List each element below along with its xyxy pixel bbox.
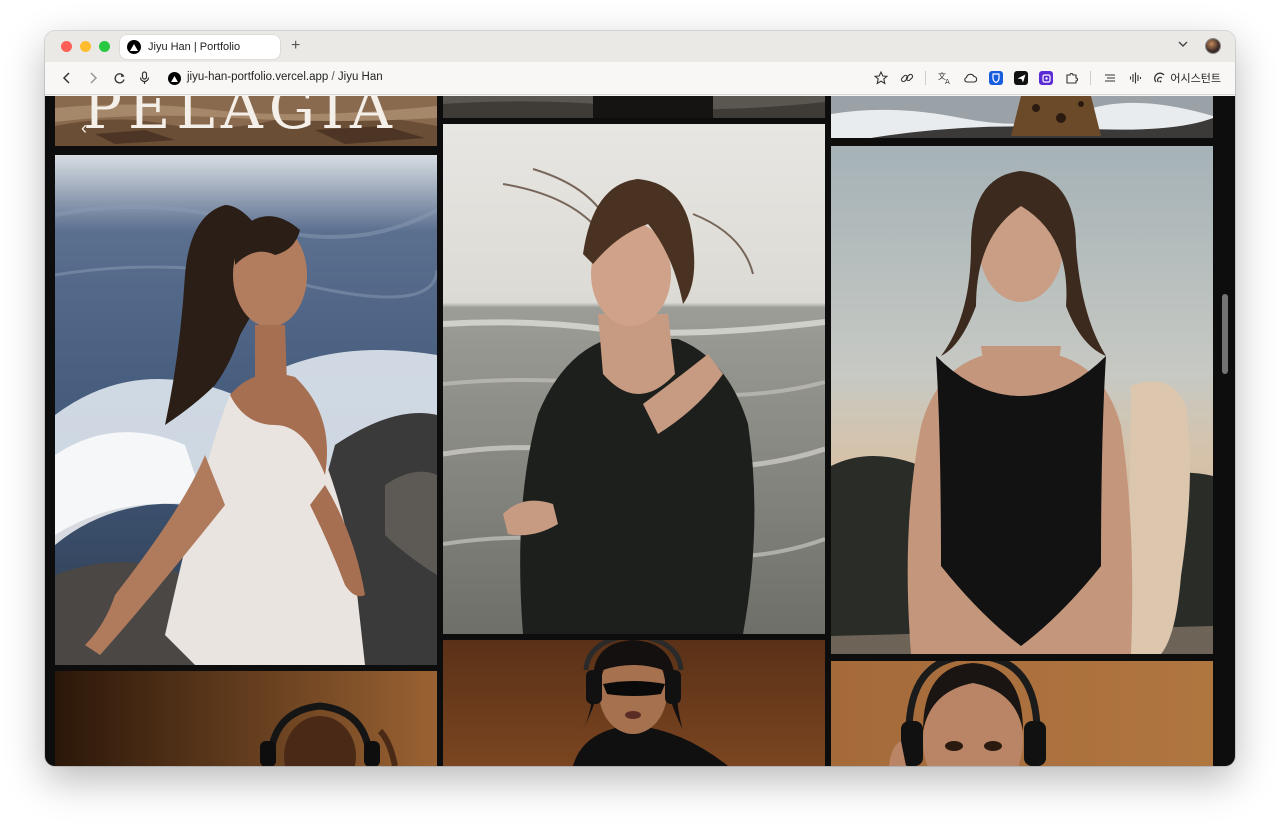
site-favicon-icon [168,72,181,85]
toolbar-divider [1090,71,1092,85]
vercel-favicon-icon [127,40,141,54]
audio-icon[interactable] [1128,71,1143,86]
url-path: Jiyu Han [337,71,383,83]
cloud-icon[interactable] [963,71,978,86]
assistant-label: 어시스턴트 [1170,73,1221,85]
gallery-photo-woman-swimsuit[interactable] [831,146,1213,654]
page-viewport: PELAGIA ‹ [45,96,1235,766]
minimize-window-button[interactable] [80,41,91,52]
svg-text:A: A [945,78,950,85]
reading-list-icon[interactable] [1102,71,1117,86]
address-toolbar: jiyu-han-portfolio.vercel.app / Jiyu Han… [45,62,1235,95]
window-controls [61,41,110,52]
send-icon[interactable] [1014,71,1029,85]
reload-icon[interactable] [111,70,127,86]
bitwarden-icon[interactable] [989,71,1004,85]
microphone-icon[interactable] [136,70,152,86]
scrollbar-track[interactable] [1221,96,1231,766]
carousel-back-arrow[interactable]: ‹ [81,118,87,139]
puzzle-icon[interactable] [1064,71,1079,86]
translate-icon[interactable]: 文A [937,71,952,86]
address-bar[interactable]: jiyu-han-portfolio.vercel.app / Jiyu Han [187,71,383,83]
profile-avatar[interactable] [1206,39,1220,53]
hero-title: PELAGIA [83,96,398,142]
tab-bar: Jiyu Han | Portfolio + [45,31,1235,62]
scrollbar-thumb[interactable] [1222,294,1228,374]
gallery-photo-top-right[interactable] [831,96,1213,138]
assistant-button[interactable]: 어시스턴트 [1154,70,1221,86]
url-domain: jiyu-han-portfolio.vercel.app [187,71,329,83]
tab-active[interactable]: Jiyu Han | Portfolio [120,35,280,59]
maximize-window-button[interactable] [99,41,110,52]
tab-title: Jiyu Han | Portfolio [148,41,241,53]
browser-window: Jiyu Han | Portfolio + jiyu-han-portfoli… [45,31,1235,766]
gallery-photo-top-middle[interactable] [443,96,825,118]
toolbar-divider [925,71,927,85]
assistant-icon [1154,72,1166,84]
gallery-photo-headphones-right[interactable] [831,661,1213,766]
back-icon[interactable] [59,70,75,86]
gallery-photo-headphones-middle[interactable] [443,640,825,766]
star-icon[interactable] [873,71,888,86]
tab-list-chevron-down-icon[interactable] [1178,40,1188,48]
gallery-photo-top-left[interactable]: PELAGIA ‹ [55,96,437,146]
gallery-photo-headphones-left[interactable] [55,671,437,766]
toolbar-actions: 文A 어시스턴트 [873,69,1221,87]
url-separator: / [331,71,335,83]
gallery-photo-woman-black-top[interactable] [443,124,825,634]
extension-purple-icon[interactable] [1039,71,1054,85]
gallery-photo-woman-white-dress[interactable] [55,155,437,665]
close-window-button[interactable] [61,41,72,52]
forward-icon[interactable] [85,70,101,86]
link-icon[interactable] [899,71,914,86]
new-tab-button[interactable]: + [291,37,300,55]
